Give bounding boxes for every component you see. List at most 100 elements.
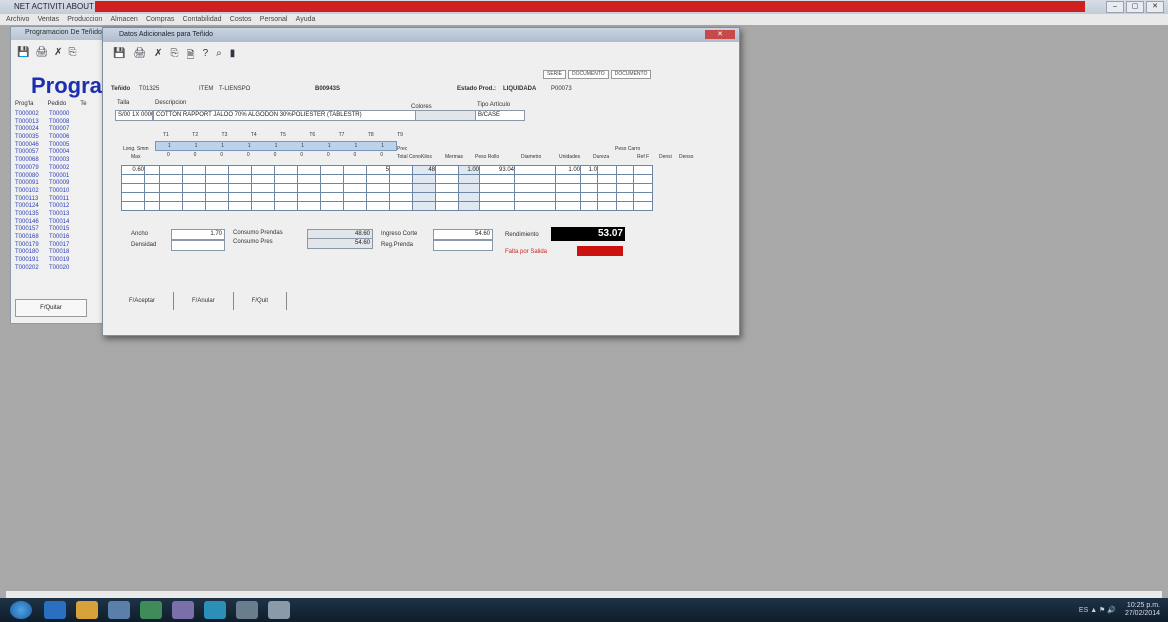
app-icon[interactable] <box>108 601 130 619</box>
start-button[interactable] <box>10 601 32 619</box>
menu-item[interactable]: Compras <box>146 16 174 23</box>
table-row[interactable]: T000202 T00020 <box>15 265 83 273</box>
ie-icon[interactable] <box>44 601 66 619</box>
grid-cell[interactable] <box>182 165 206 175</box>
grid-cell[interactable] <box>228 165 252 175</box>
grid-cell[interactable] <box>514 183 556 193</box>
table-row[interactable]: T000013 T00008 <box>15 119 83 127</box>
grid-cell[interactable] <box>580 192 598 202</box>
grid-cell[interactable] <box>616 183 634 193</box>
delete-icon[interactable]: ✗ <box>54 47 62 58</box>
data-grid[interactable]: 0.60 5 48 1.00 93.04 1.00 1.0 <box>121 165 653 211</box>
grid-cell[interactable] <box>597 183 617 193</box>
grid-row[interactable] <box>121 201 653 211</box>
grid-cell[interactable] <box>251 201 275 211</box>
grid-cell[interactable] <box>205 183 229 193</box>
grid-cell[interactable] <box>616 201 634 211</box>
save-icon[interactable]: 💾 <box>17 47 29 58</box>
close-button[interactable]: ✕ <box>705 30 735 39</box>
grid-cell[interactable] <box>555 192 581 202</box>
grid-cell[interactable] <box>343 183 367 193</box>
grid-cell[interactable] <box>458 183 480 193</box>
folder-icon[interactable] <box>76 601 98 619</box>
grid-cell[interactable] <box>412 201 436 211</box>
grid-cell[interactable] <box>274 165 298 175</box>
grid-cell[interactable] <box>343 192 367 202</box>
app-icon[interactable] <box>204 601 226 619</box>
app-icon[interactable] <box>172 601 194 619</box>
colores-field[interactable] <box>415 110 477 121</box>
grid-cell[interactable] <box>144 174 160 184</box>
grid-cell[interactable] <box>320 201 344 211</box>
grid-cell[interactable] <box>320 174 344 184</box>
grid-cell[interactable]: 1.0 <box>580 165 598 175</box>
grid-cell[interactable] <box>121 192 145 202</box>
grid-cell[interactable] <box>555 201 581 211</box>
print-icon[interactable]: 🖨 <box>35 47 48 58</box>
grid-cell[interactable] <box>274 183 298 193</box>
grid-cell[interactable] <box>343 165 367 175</box>
table-row[interactable]: T000024 T00007 <box>15 126 83 134</box>
accept-button[interactable]: F/Aceptar <box>111 292 175 310</box>
grid-cell[interactable] <box>159 165 183 175</box>
grid-cell[interactable] <box>389 201 413 211</box>
grid-row[interactable] <box>121 183 653 193</box>
table-row[interactable]: T000080 T00001 <box>15 173 83 181</box>
copy-icon[interactable]: ⎘ <box>171 48 179 65</box>
grid-cell[interactable] <box>343 201 367 211</box>
grid-cell[interactable] <box>555 174 581 184</box>
table-row[interactable]: T000079 T00002 <box>15 165 83 173</box>
grid-cell[interactable] <box>274 174 298 184</box>
grid-cell[interactable] <box>389 183 413 193</box>
grid-cell[interactable] <box>297 183 321 193</box>
grid-cell[interactable]: 1.00 <box>555 165 581 175</box>
system-tray[interactable]: ES ▲ ⚑ 🔊 <box>1079 606 1116 614</box>
grid-cell[interactable] <box>144 165 160 175</box>
table-row[interactable]: T000046 T00005 <box>15 142 83 150</box>
grid-cell[interactable] <box>479 174 515 184</box>
grid-cell[interactable] <box>144 183 160 193</box>
grid-cell[interactable] <box>412 183 436 193</box>
table-row[interactable]: T000157 T00015 <box>15 226 83 234</box>
grid-cell[interactable] <box>320 165 344 175</box>
menu-item[interactable]: Produccion <box>67 16 102 23</box>
search-icon[interactable]: ⌕ <box>216 48 222 65</box>
grid-cell[interactable] <box>228 201 252 211</box>
grid-cell[interactable] <box>320 192 344 202</box>
grid-cell[interactable] <box>205 174 229 184</box>
grid-cell[interactable] <box>182 192 206 202</box>
grid-cell[interactable] <box>228 174 252 184</box>
grid-row[interactable]: 0.60 5 48 1.00 93.04 1.00 1.0 <box>121 165 653 175</box>
clock[interactable]: 10:25 p.m. 27/02/2014 <box>1125 602 1160 618</box>
grid-cell[interactable] <box>297 174 321 184</box>
consumo-pres-field[interactable]: 54.60 <box>307 238 373 249</box>
table-row[interactable]: T000002 T00000 <box>15 111 83 119</box>
grid-cell[interactable] <box>458 201 480 211</box>
grid-cell[interactable] <box>555 183 581 193</box>
save-icon[interactable]: 💾 <box>113 48 125 65</box>
grid-cell[interactable] <box>633 192 653 202</box>
reg-prenda-field[interactable] <box>433 240 493 251</box>
grid-cell[interactable] <box>297 201 321 211</box>
grid-cell[interactable] <box>580 201 598 211</box>
print-icon[interactable]: 🖨 <box>133 48 146 65</box>
menu-item[interactable]: Almacen <box>111 16 138 23</box>
grid-cell[interactable] <box>121 201 145 211</box>
grid-cell[interactable] <box>597 192 617 202</box>
minimize-button[interactable]: – <box>1106 1 1124 13</box>
grid-cell[interactable]: 0.60 <box>121 165 145 175</box>
grid-cell[interactable] <box>479 192 515 202</box>
grid-cell[interactable] <box>205 201 229 211</box>
grid-cell[interactable]: 48 <box>412 165 436 175</box>
grid-cell[interactable] <box>144 192 160 202</box>
grid-cell[interactable]: 5 <box>366 165 390 175</box>
grid-cell[interactable] <box>389 174 413 184</box>
grid-cell[interactable] <box>121 183 145 193</box>
grid-cell[interactable] <box>633 165 653 175</box>
grid-cell[interactable] <box>182 174 206 184</box>
grid-cell[interactable] <box>458 174 480 184</box>
grid-cell[interactable] <box>435 174 459 184</box>
grid-cell[interactable] <box>458 192 480 202</box>
grid-cell[interactable] <box>435 165 459 175</box>
table-row[interactable]: T000135 T00013 <box>15 211 83 219</box>
